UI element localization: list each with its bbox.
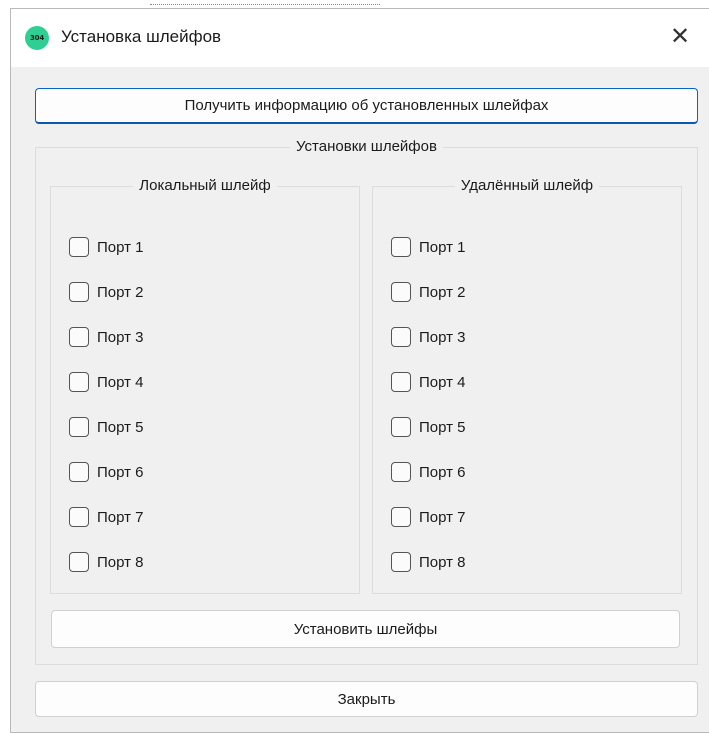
- port-label: Порт 1: [419, 238, 466, 256]
- window-title: Установка шлейфов: [61, 27, 222, 46]
- port-label: Порт 7: [419, 508, 466, 526]
- loopback-settings-title: Установки шлейфов: [290, 138, 443, 155]
- port-label: Порт 7: [97, 508, 144, 526]
- loopback-dialog: 304 Установка шлейфов ✕ Получить информа…: [10, 8, 709, 733]
- port-label: Порт 2: [97, 283, 144, 301]
- port-label: Порт 2: [419, 283, 466, 301]
- background-text-fragment: [150, 0, 380, 5]
- checkbox-box[interactable]: [391, 237, 411, 257]
- checkbox-box[interactable]: [391, 282, 411, 302]
- port-label: Порт 4: [419, 373, 466, 391]
- local-port-6-checkbox[interactable]: Порт 6: [69, 460, 144, 484]
- checkbox-box[interactable]: [69, 372, 89, 392]
- remote-port-7-checkbox[interactable]: Порт 7: [391, 505, 466, 529]
- checkbox-box[interactable]: [69, 462, 89, 482]
- port-label: Порт 4: [97, 373, 144, 391]
- app-icon-text: 304: [29, 34, 44, 42]
- local-port-2-checkbox[interactable]: Порт 2: [69, 280, 144, 304]
- local-port-7-checkbox[interactable]: Порт 7: [69, 505, 144, 529]
- checkbox-box[interactable]: [391, 462, 411, 482]
- checkbox-box[interactable]: [391, 417, 411, 437]
- get-loopback-info-button[interactable]: Получить информацию об установленных шле…: [35, 88, 698, 124]
- port-label: Порт 8: [97, 553, 144, 571]
- checkbox-box[interactable]: [391, 372, 411, 392]
- checkbox-box[interactable]: [69, 417, 89, 437]
- checkbox-box[interactable]: [391, 327, 411, 347]
- local-port-1-checkbox[interactable]: Порт 1: [69, 235, 144, 259]
- local-port-3-checkbox[interactable]: Порт 3: [69, 325, 144, 349]
- remote-port-1-checkbox[interactable]: Порт 1: [391, 235, 466, 259]
- remote-loopback-title: Удалённый шлейф: [454, 177, 600, 194]
- checkbox-box[interactable]: [69, 237, 89, 257]
- remote-port-3-checkbox[interactable]: Порт 3: [391, 325, 466, 349]
- close-button[interactable]: Закрыть: [35, 681, 698, 717]
- local-port-4-checkbox[interactable]: Порт 4: [69, 370, 144, 394]
- port-label: Порт 3: [97, 328, 144, 346]
- remote-port-2-checkbox[interactable]: Порт 2: [391, 280, 466, 304]
- local-port-5-checkbox[interactable]: Порт 5: [69, 415, 144, 439]
- port-label: Порт 6: [419, 463, 466, 481]
- local-port-8-checkbox[interactable]: Порт 8: [69, 550, 144, 574]
- port-label: Порт 1: [97, 238, 144, 256]
- title-bar: 304 Установка шлейфов ✕: [11, 9, 709, 67]
- port-label: Порт 5: [419, 418, 466, 436]
- checkbox-box[interactable]: [69, 507, 89, 527]
- remote-loopback-group: Удалённый шлейф Порт 1 Порт 2 Порт 3 Порт 4…: [372, 177, 682, 594]
- install-loopbacks-button[interactable]: Установить шлейфы: [51, 610, 680, 648]
- port-label: Порт 6: [97, 463, 144, 481]
- app-icon: 304: [25, 26, 49, 50]
- remote-port-8-checkbox[interactable]: Порт 8: [391, 550, 466, 574]
- remote-port-5-checkbox[interactable]: Порт 5: [391, 415, 466, 439]
- port-label: Порт 3: [419, 328, 466, 346]
- local-loopback-group: Локальный шлейф Порт 1 Порт 2 Порт 3 Порт 4…: [50, 177, 360, 594]
- close-icon[interactable]: ✕: [665, 21, 695, 51]
- checkbox-box[interactable]: [391, 552, 411, 572]
- remote-port-6-checkbox[interactable]: Порт 6: [391, 460, 466, 484]
- checkbox-box[interactable]: [69, 327, 89, 347]
- local-loopback-title: Локальный шлейф: [133, 177, 277, 194]
- port-label: Порт 8: [419, 553, 466, 571]
- checkbox-box[interactable]: [69, 282, 89, 302]
- port-label: Порт 5: [97, 418, 144, 436]
- remote-port-4-checkbox[interactable]: Порт 4: [391, 370, 466, 394]
- checkbox-box[interactable]: [69, 552, 89, 572]
- checkbox-box[interactable]: [391, 507, 411, 527]
